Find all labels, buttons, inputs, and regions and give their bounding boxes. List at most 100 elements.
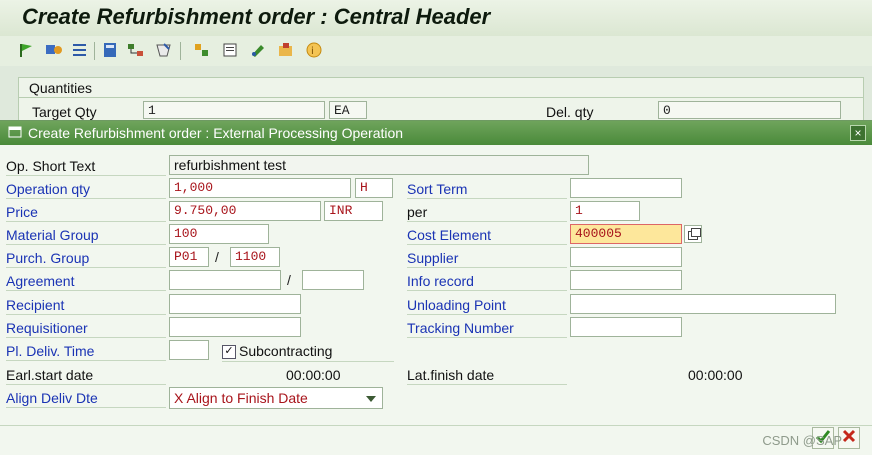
per-label: per bbox=[407, 204, 428, 220]
components-icon[interactable] bbox=[192, 40, 212, 60]
label-underline bbox=[407, 221, 567, 222]
external-processing-dialog: Create Refurbishment order : External Pr… bbox=[0, 120, 872, 455]
lat-finish-label: Lat.finish date bbox=[407, 367, 495, 383]
material-group-label: Material Group bbox=[6, 227, 99, 243]
price-label: Price bbox=[6, 204, 38, 220]
tracking-number-label: Tracking Number bbox=[407, 320, 514, 336]
purch-org-field[interactable]: 1100 bbox=[230, 247, 280, 267]
info-record-label: Info record bbox=[407, 273, 474, 289]
calculator-icon[interactable] bbox=[100, 40, 120, 60]
label-underline bbox=[6, 360, 166, 361]
label-underline bbox=[407, 290, 567, 291]
agreement-field[interactable] bbox=[169, 270, 281, 290]
requisitioner-label: Requisitioner bbox=[6, 320, 88, 336]
slash-separator: / bbox=[287, 272, 291, 288]
label-underline bbox=[6, 407, 166, 408]
quantities-title: Quantities bbox=[29, 80, 93, 96]
copy-icon[interactable] bbox=[684, 225, 702, 243]
target-qty-label: Target Qty bbox=[32, 104, 97, 120]
align-deliv-dte-label: Align Deliv Dte bbox=[6, 390, 98, 406]
pl-deliv-time-label: Pl. Deliv. Time bbox=[6, 343, 95, 359]
material-group-field[interactable]: 100 bbox=[169, 224, 269, 244]
agreement-item-field[interactable] bbox=[302, 270, 364, 290]
target-qty-unit-field[interactable]: EA bbox=[329, 101, 367, 119]
label-underline bbox=[407, 384, 567, 385]
label-underline bbox=[6, 314, 166, 315]
close-button[interactable]: × bbox=[850, 125, 866, 141]
supplier-label: Supplier bbox=[407, 250, 459, 266]
label-underline bbox=[222, 361, 394, 362]
cost-element-label: Cost Element bbox=[407, 227, 492, 243]
price-field[interactable]: 9.750,00 bbox=[169, 201, 321, 221]
window-title: Create Refurbishment order : Central Hea… bbox=[22, 4, 491, 29]
dialog-title: Create Refurbishment order : External Pr… bbox=[28, 125, 404, 141]
label-underline bbox=[6, 384, 166, 385]
label-underline bbox=[6, 244, 166, 245]
sort-term-field[interactable] bbox=[570, 178, 682, 198]
subcontracting-checkbox[interactable]: ✓ bbox=[222, 345, 236, 359]
window-icon bbox=[8, 125, 22, 139]
label-underline bbox=[6, 290, 166, 291]
operation-qty-field[interactable]: 1,000 bbox=[169, 178, 351, 198]
settings-icon[interactable] bbox=[44, 40, 64, 60]
label-underline bbox=[6, 337, 166, 338]
align-deliv-value: X Align to Finish Date bbox=[174, 390, 308, 406]
unloading-point-field[interactable] bbox=[570, 294, 836, 314]
document-icon[interactable] bbox=[220, 40, 240, 60]
op-short-text-label: Op. Short Text bbox=[6, 158, 96, 174]
watermark: CSDN @SAP bbox=[762, 433, 842, 448]
earl-start-label: Earl.start date bbox=[6, 367, 94, 383]
pl-deliv-time-field[interactable] bbox=[169, 340, 209, 360]
title-bar: Create Refurbishment order : Central Hea… bbox=[0, 0, 872, 36]
dialog-header: Create Refurbishment order : External Pr… bbox=[0, 121, 872, 145]
hierarchy-icon[interactable] bbox=[126, 40, 146, 60]
info-record-field[interactable] bbox=[570, 270, 682, 290]
cost-element-field[interactable]: 400005 bbox=[570, 224, 682, 244]
label-underline bbox=[407, 244, 567, 245]
tracking-number-field[interactable] bbox=[570, 317, 682, 337]
supplier-field[interactable] bbox=[570, 247, 682, 267]
label-underline bbox=[6, 221, 166, 222]
purch-group-label: Purch. Group bbox=[6, 250, 90, 266]
agreement-label: Agreement bbox=[6, 273, 75, 289]
subcontracting-label: Subcontracting bbox=[239, 343, 333, 359]
currency-field[interactable]: INR bbox=[324, 201, 383, 221]
toolbar-separator bbox=[94, 42, 95, 60]
op-short-text-field[interactable]: refurbishment test bbox=[169, 155, 589, 175]
del-qty-field[interactable]: 0 bbox=[658, 101, 841, 119]
label-underline bbox=[6, 198, 166, 199]
label-underline bbox=[6, 267, 166, 268]
operation-qty-unit-field[interactable]: H bbox=[355, 178, 393, 198]
requisitioner-field[interactable] bbox=[169, 317, 301, 337]
label-underline bbox=[407, 198, 567, 199]
footer-divider bbox=[0, 425, 872, 426]
label-underline bbox=[407, 337, 567, 338]
label-underline bbox=[407, 314, 567, 315]
slash-separator: / bbox=[215, 249, 219, 265]
attachment-icon[interactable] bbox=[276, 40, 296, 60]
operation-qty-label: Operation qty bbox=[6, 181, 91, 197]
chevron-down-icon[interactable] bbox=[366, 396, 376, 402]
recipient-field[interactable] bbox=[169, 294, 301, 314]
svg-text:i: i bbox=[311, 46, 314, 57]
toolbar-separator bbox=[180, 42, 181, 60]
label-underline bbox=[407, 267, 567, 268]
edit-icon[interactable] bbox=[154, 40, 174, 60]
pencil-icon[interactable] bbox=[248, 40, 268, 60]
lat-finish-time: 00:00:00 bbox=[688, 367, 743, 383]
list-icon[interactable] bbox=[70, 40, 90, 60]
purch-group-field[interactable]: P01 bbox=[169, 247, 209, 267]
per-field[interactable]: 1 bbox=[570, 201, 640, 221]
label-underline bbox=[6, 175, 166, 176]
del-qty-label: Del. qty bbox=[546, 104, 594, 120]
target-qty-field[interactable]: 1 bbox=[143, 101, 325, 119]
sort-term-label: Sort Term bbox=[407, 181, 468, 197]
unloading-point-label: Unloading Point bbox=[407, 297, 506, 313]
info-icon[interactable]: i bbox=[304, 40, 324, 60]
group-divider bbox=[19, 97, 863, 98]
align-deliv-dropdown[interactable]: X Align to Finish Date bbox=[169, 387, 383, 409]
cancel-icon bbox=[842, 429, 856, 443]
recipient-label: Recipient bbox=[6, 297, 65, 313]
earl-start-time: 00:00:00 bbox=[286, 367, 341, 383]
flag-icon[interactable] bbox=[16, 40, 36, 60]
